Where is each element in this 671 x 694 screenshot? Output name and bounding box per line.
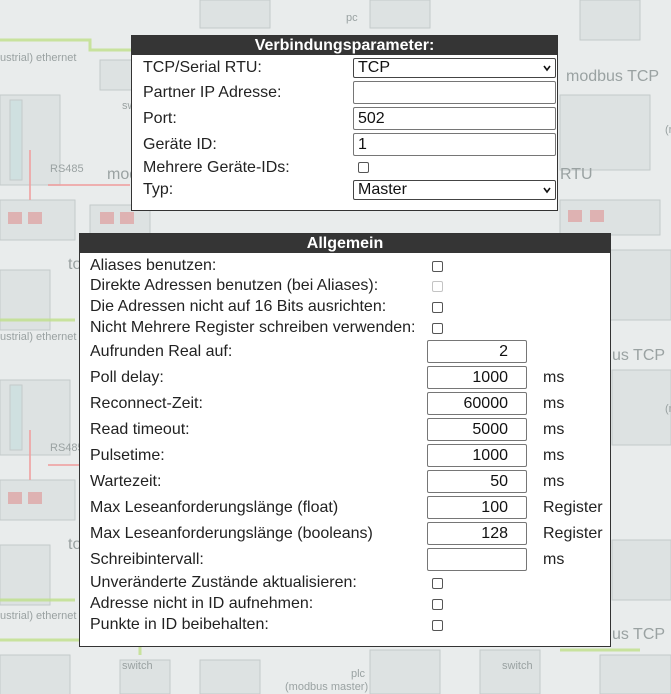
no-align-label: Die Adressen nicht auf 16 Bits ausrichte… (90, 298, 387, 315)
bg-label: us TCP (612, 347, 666, 364)
port-input[interactable] (353, 107, 556, 130)
max-bool-label: Max Leseanforderungslänge (booleans) (90, 525, 373, 542)
bg-label: ustrial) ethernet (0, 331, 77, 343)
no-multi-write-checkbox[interactable] (432, 323, 443, 334)
partner-ip-input[interactable] (353, 81, 556, 104)
device-id-input[interactable] (353, 133, 556, 156)
bg-label: us TCP (612, 626, 666, 643)
reconnect-label: Reconnect-Zeit: (90, 395, 203, 412)
pulsetime-unit: ms (543, 447, 565, 464)
aliases-checkbox[interactable] (432, 261, 443, 272)
type-label: Typ: (143, 181, 174, 198)
connection-parameters-panel: Verbindungsparameter: TCP/Serial RTU: TC… (131, 35, 558, 211)
chevron-down-icon (543, 187, 551, 194)
device-id-label: Geräte ID: (143, 136, 217, 153)
type-select[interactable]: Master (353, 180, 556, 200)
multi-id-checkbox[interactable] (358, 162, 369, 173)
wait-unit: ms (543, 473, 565, 490)
addr-not-in-id-checkbox[interactable] (432, 599, 443, 610)
read-timeout-unit: ms (543, 421, 565, 438)
update-unchanged-checkbox[interactable] (432, 578, 443, 589)
read-timeout-label: Read timeout: (90, 421, 190, 438)
wait-label: Wartezeit: (90, 473, 162, 490)
keep-points-checkbox[interactable] (432, 620, 443, 631)
bg-label: switch (502, 660, 533, 672)
no-multi-write-label: Nicht Mehrere Register schreiben verwend… (90, 319, 416, 336)
write-interval-unit: ms (543, 551, 565, 568)
pulsetime-input[interactable] (427, 444, 527, 467)
reconnect-input[interactable] (427, 392, 527, 415)
addr-not-in-id-label: Adresse nicht in ID aufnehmen: (90, 595, 314, 612)
max-float-unit: Register (543, 499, 603, 516)
bg-label: (modbus master) (285, 681, 369, 693)
write-interval-label: Schreibintervall: (90, 551, 204, 568)
poll-delay-input[interactable] (427, 366, 527, 389)
keep-points-label: Punkte in ID beibehalten: (90, 616, 269, 633)
protocol-select[interactable]: TCP (353, 58, 556, 78)
write-interval-input[interactable] (427, 548, 527, 571)
poll-delay-label: Poll delay: (90, 369, 164, 386)
bg-label: (r (665, 403, 671, 415)
bg-label: ustrial) ethernet (0, 52, 77, 64)
multi-id-label: Mehrere Geräte-IDs: (143, 159, 290, 176)
reconnect-unit: ms (543, 395, 565, 412)
protocol-label: TCP/Serial RTU: (143, 59, 262, 76)
general-panel: Allgemein Aliases benutzen: Direkte Adre… (79, 233, 611, 647)
direct-addr-checkbox[interactable] (432, 281, 443, 292)
bg-label: RS485 (50, 163, 84, 175)
port-label: Port: (143, 110, 177, 127)
max-bool-input[interactable] (427, 522, 527, 545)
bg-label: plc (351, 668, 366, 680)
direct-addr-label: Direkte Adressen benutzen (bei Aliases): (90, 277, 379, 294)
protocol-select-value: TCP (358, 59, 390, 76)
no-align-checkbox[interactable] (432, 302, 443, 313)
general-panel-title: Allgemein (80, 234, 610, 253)
wait-input[interactable] (427, 470, 527, 493)
poll-delay-unit: ms (543, 369, 565, 386)
pulsetime-label: Pulsetime: (90, 447, 165, 464)
max-float-label: Max Leseanforderungslänge (float) (90, 499, 339, 516)
chevron-down-icon (543, 65, 551, 72)
max-bool-unit: Register (543, 525, 603, 542)
update-unchanged-label: Unveränderte Zustände aktualisieren: (90, 574, 357, 591)
connection-panel-title: Verbindungsparameter: (132, 36, 557, 55)
bg-label: (r (665, 124, 671, 136)
ip-label: Partner IP Adresse: (143, 84, 282, 101)
bg-label: pc (346, 12, 358, 24)
bg-label: switch (122, 660, 153, 672)
read-timeout-input[interactable] (427, 418, 527, 441)
aliases-label: Aliases benutzen: (90, 257, 217, 274)
type-select-value: Master (358, 181, 407, 198)
bg-label: ustrial) ethernet (0, 610, 77, 622)
bg-label: RTU (560, 166, 593, 183)
max-float-input[interactable] (427, 496, 527, 519)
bg-label: modbus TCP (566, 68, 660, 85)
round-real-label: Aufrunden Real auf: (90, 343, 233, 360)
round-real-input[interactable] (427, 340, 527, 363)
